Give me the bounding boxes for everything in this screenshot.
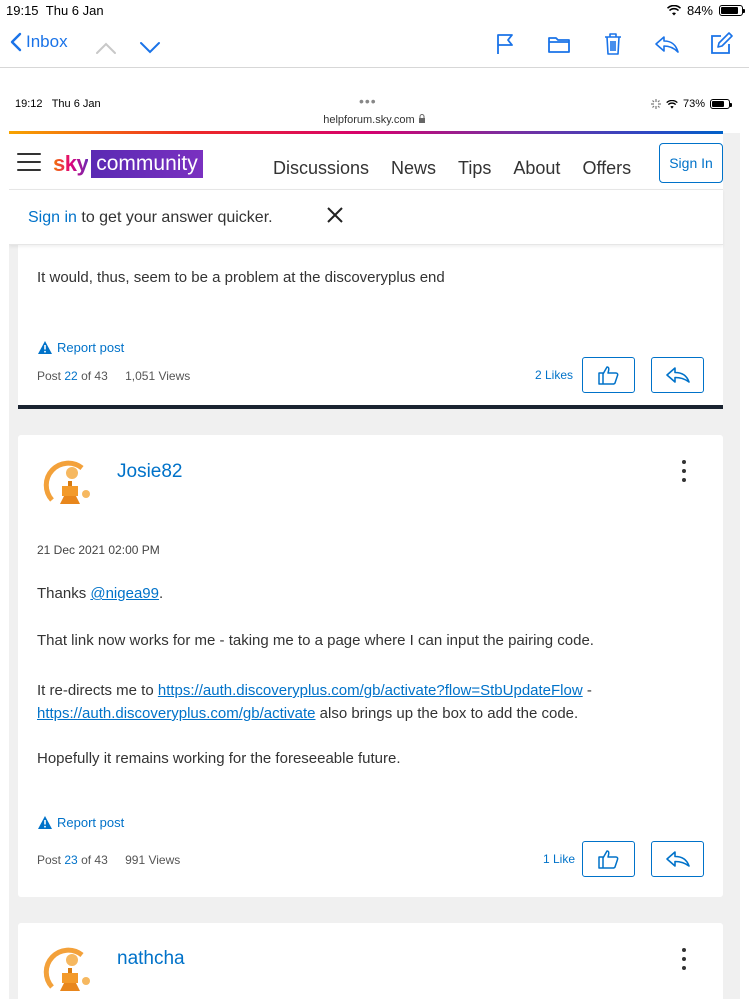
sign-in-banner: Sign in to get your answer quicker. bbox=[9, 189, 723, 245]
report-post-link[interactable]: Report post bbox=[37, 340, 124, 355]
os-battery-text: 84% bbox=[686, 3, 713, 18]
mail-actions bbox=[491, 30, 735, 58]
likes-count[interactable]: 1 Like bbox=[543, 852, 575, 866]
flag-icon bbox=[497, 34, 513, 54]
inner-time: 19:12 Thu 6 Jan bbox=[15, 98, 101, 110]
inbox-back-button[interactable]: Inbox bbox=[10, 32, 68, 52]
chevron-up-icon bbox=[96, 42, 116, 54]
post-views: 991 Views bbox=[125, 853, 181, 867]
post-body: It would, thus, seem to be a problem at … bbox=[37, 269, 445, 286]
inner-battery-text: 73% bbox=[682, 98, 705, 110]
banner-sign-in-link[interactable]: Sign in bbox=[28, 209, 77, 226]
post-body-paragraph: That link now works for me - taking me t… bbox=[37, 632, 594, 649]
avatar-icon[interactable] bbox=[42, 460, 98, 516]
trash-icon bbox=[605, 33, 621, 55]
post-number[interactable]: 22 bbox=[64, 369, 77, 383]
site-header: sky community Discussions News Tips Abou… bbox=[9, 134, 723, 190]
mention-link[interactable]: @nigea99 bbox=[90, 585, 159, 602]
like-button[interactable] bbox=[582, 357, 635, 393]
move-folder-button[interactable] bbox=[545, 30, 573, 58]
nav-tips[interactable]: Tips bbox=[458, 158, 491, 179]
reply-icon bbox=[655, 36, 679, 53]
activity-icon bbox=[650, 99, 661, 109]
message-nav bbox=[92, 34, 164, 62]
battery-icon bbox=[719, 5, 745, 16]
post-meta: Post 22 of 43 1,051 Views bbox=[37, 369, 191, 383]
reply-arrow-icon bbox=[665, 367, 690, 383]
activate-flow-link[interactable]: https://auth.discoveryplus.com/gb/activa… bbox=[158, 682, 583, 699]
post-views: 1,051 Views bbox=[125, 369, 191, 383]
post-date: 21 Dec 2021 02:00 PM bbox=[37, 543, 160, 557]
logo-sky: sky bbox=[53, 151, 89, 176]
os-status-right: 84% bbox=[666, 3, 745, 18]
inbox-label: Inbox bbox=[26, 32, 68, 51]
post-author[interactable]: nathcha bbox=[117, 948, 185, 970]
chevron-left-icon bbox=[10, 32, 22, 52]
lock-icon bbox=[418, 114, 425, 123]
flag-button[interactable] bbox=[491, 30, 519, 58]
post-body-paragraph: Thanks @nigea99. bbox=[37, 585, 164, 602]
like-button[interactable] bbox=[582, 841, 635, 877]
kebab-icon[interactable] bbox=[674, 460, 694, 482]
main-nav: Discussions News Tips About Offers bbox=[273, 158, 631, 179]
sky-community-logo[interactable]: sky community bbox=[53, 150, 203, 178]
nav-discussions[interactable]: Discussions bbox=[273, 158, 369, 179]
more-dots-icon: ••• bbox=[359, 95, 377, 109]
post-body-paragraph: It re-directs me to https://auth.discove… bbox=[37, 682, 592, 722]
reply-post-button[interactable] bbox=[651, 841, 704, 877]
nav-offers[interactable]: Offers bbox=[582, 158, 631, 179]
nav-about[interactable]: About bbox=[513, 158, 560, 179]
inner-status-bar: 19:12 Thu 6 Jan ••• helpforum.sky.com 73… bbox=[9, 95, 740, 133]
warning-icon bbox=[38, 816, 52, 829]
post-author[interactable]: Josie82 bbox=[117, 461, 183, 483]
inner-status-right: 73% bbox=[650, 98, 732, 110]
warning-icon bbox=[38, 341, 52, 354]
activate-link[interactable]: https://auth.discoveryplus.com/gb/activa… bbox=[37, 705, 315, 722]
screenshot-attachment: 19:12 Thu 6 Jan ••• helpforum.sky.com 73… bbox=[9, 95, 740, 999]
post-meta: Post 23 of 43 991 Views bbox=[37, 853, 181, 867]
os-status-bar: 19:15 Thu 6 Jan 84% bbox=[0, 0, 749, 22]
close-icon[interactable] bbox=[325, 205, 345, 225]
chevron-down-icon bbox=[140, 42, 160, 54]
next-message-button[interactable] bbox=[136, 34, 164, 62]
post-body-paragraph: Hopefully it remains working for the for… bbox=[37, 750, 401, 767]
folder-icon bbox=[548, 37, 570, 53]
logo-community: community bbox=[91, 150, 203, 178]
sign-in-button[interactable]: Sign In bbox=[659, 143, 723, 183]
reply-arrow-icon bbox=[665, 851, 690, 867]
compose-button[interactable] bbox=[707, 30, 735, 58]
wifi-icon bbox=[666, 99, 678, 109]
post-card: nathcha bbox=[18, 923, 723, 999]
thumbs-up-icon bbox=[597, 366, 618, 385]
post-card: Josie82 21 Dec 2021 02:00 PM Thanks @nig… bbox=[18, 435, 723, 897]
report-post-link[interactable]: Report post bbox=[37, 815, 124, 830]
battery-icon bbox=[710, 99, 732, 109]
reply-post-button[interactable] bbox=[651, 357, 704, 393]
nav-news[interactable]: News bbox=[391, 158, 436, 179]
url-text: helpforum.sky.com bbox=[323, 114, 415, 126]
previous-message-button[interactable] bbox=[92, 34, 120, 62]
post-card: It would, thus, seem to be a problem at … bbox=[18, 243, 723, 409]
avatar-icon[interactable] bbox=[42, 947, 98, 999]
post-number[interactable]: 23 bbox=[64, 853, 77, 867]
thumbs-up-icon bbox=[597, 850, 618, 869]
likes-count[interactable]: 2 Likes bbox=[535, 368, 573, 382]
address-bar[interactable]: helpforum.sky.com bbox=[9, 114, 740, 126]
compose-icon bbox=[711, 32, 733, 54]
trash-button[interactable] bbox=[599, 30, 627, 58]
reply-button[interactable] bbox=[653, 30, 681, 58]
banner-text: Sign in to get your answer quicker. bbox=[28, 209, 273, 226]
wifi-icon bbox=[666, 5, 681, 16]
mail-toolbar: Inbox bbox=[0, 22, 749, 68]
hamburger-icon[interactable] bbox=[17, 153, 41, 173]
kebab-icon[interactable] bbox=[674, 948, 694, 970]
os-time: 19:15 Thu 6 Jan bbox=[6, 3, 104, 18]
